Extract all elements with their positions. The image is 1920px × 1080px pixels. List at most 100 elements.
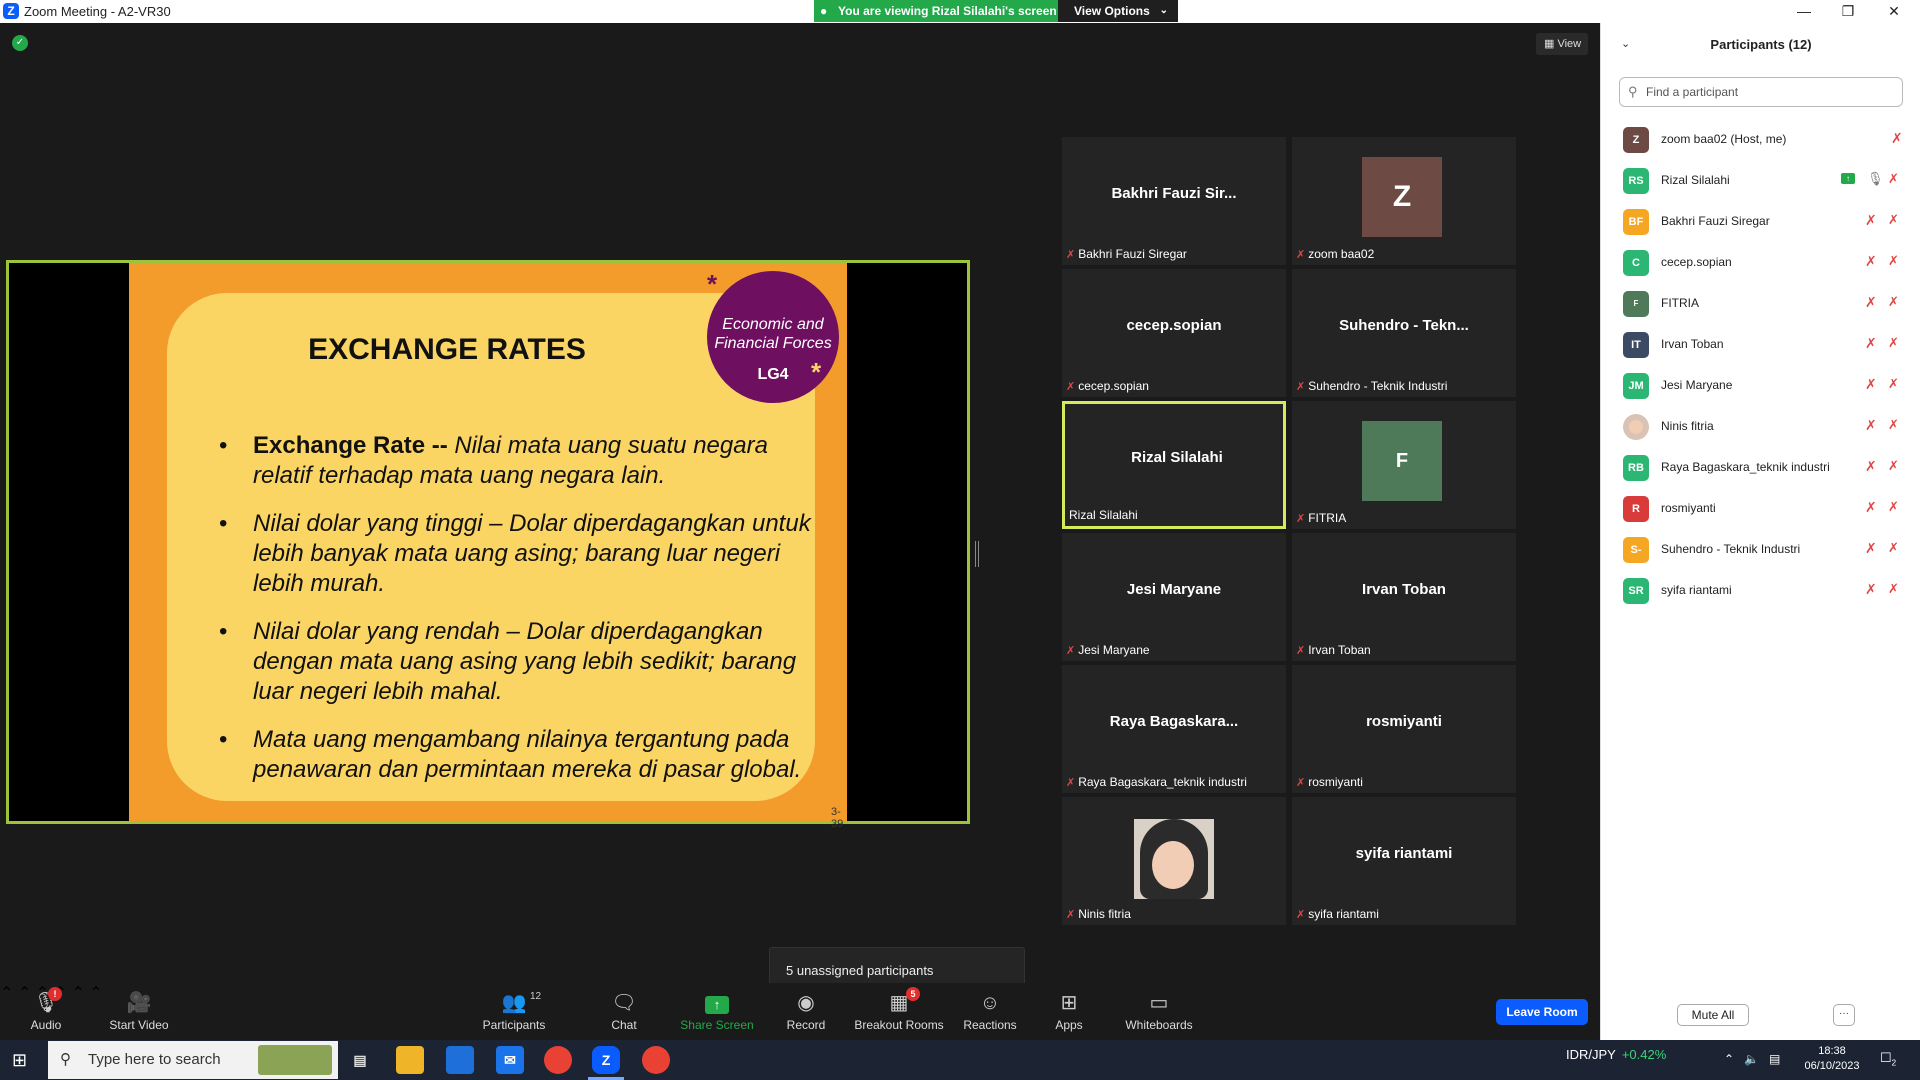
video-tile[interactable]: Bakhri Fauzi Sir... ✗ Bakhri Fauzi Sirega… — [1062, 137, 1286, 265]
split-resize-handle[interactable] — [975, 541, 979, 567]
video-off-icon[interactable]: ✗ — [1888, 581, 1899, 597]
view-button[interactable]: ▦ View — [1536, 33, 1588, 55]
video-off-icon[interactable]: ✗ — [1888, 499, 1899, 515]
video-off-icon[interactable]: ✗ — [1888, 253, 1899, 269]
apps-options-caret-icon[interactable]: ⌃ — [71, 985, 84, 1002]
chat-button[interactable]: 🗨 Chat — [606, 991, 642, 1032]
chrome-icon[interactable] — [544, 1046, 572, 1074]
video-tile[interactable]: Z ✗ zoom baa02 — [1292, 137, 1516, 265]
more-options-button[interactable]: ··· — [1833, 1004, 1855, 1026]
zoom-icon[interactable]: Z — [592, 1046, 620, 1074]
mic-muted-icon[interactable]: ✗ — [1891, 130, 1903, 147]
chrome-profile-icon[interactable] — [642, 1046, 670, 1074]
find-participant-input[interactable]: ⚲ Find a participant — [1619, 77, 1903, 107]
mic-muted-icon[interactable]: ✗ — [1865, 417, 1877, 434]
audio-label: Audio — [30, 1018, 62, 1032]
audio-button[interactable]: 🎙 ! Audio — [28, 987, 64, 1032]
whiteboards-button[interactable]: ▭ Whiteboards — [1124, 991, 1194, 1032]
mic-muted-icon[interactable]: ✗ — [1865, 540, 1877, 557]
shared-screen[interactable]: EXCHANGE RATES • Exchange Rate -- Nilai … — [6, 260, 970, 830]
microsoft-store-icon[interactable] — [446, 1046, 474, 1074]
mic-muted-icon[interactable]: ✗ — [1865, 458, 1877, 475]
mic-muted-icon[interactable]: ✗ — [1865, 253, 1877, 270]
notification-icon[interactable]: ☐2 — [1880, 1050, 1896, 1068]
mute-all-button[interactable]: Mute All — [1677, 1004, 1749, 1026]
windows-start-icon[interactable]: ⊞ — [12, 1050, 32, 1070]
minimize-icon[interactable]: — — [1784, 0, 1824, 22]
restore-icon[interactable]: ❐ — [1828, 0, 1868, 22]
taskbar-search-box[interactable]: ⚲ Type here to search — [48, 1041, 338, 1079]
video-tile[interactable]: Suhendro - Tekn... ✗ Suhendro - Teknik In… — [1292, 269, 1516, 397]
tile-label-text: Ninis fitria — [1078, 907, 1131, 921]
video-off-icon[interactable]: ✗ — [1888, 294, 1899, 310]
view-button-label: View — [1557, 38, 1582, 50]
video-tile[interactable]: Raya Bagaskara... ✗ Raya Bagaskara_teknik… — [1062, 665, 1286, 793]
participant-row[interactable]: Z zoom baa02 (Host, me) ✗ — [1601, 119, 1920, 160]
participant-row[interactable]: Ninis fitria ✗ ✗ — [1601, 406, 1920, 447]
start-video-button[interactable]: 🎥 Start Video — [104, 991, 174, 1032]
clock[interactable]: 18:38 06/10/2023 — [1802, 1044, 1862, 1074]
participant-row[interactable]: C cecep.sopian ✗ ✗ — [1601, 242, 1920, 283]
video-off-icon[interactable]: ✗ — [1888, 171, 1899, 187]
whiteboards-options-caret-icon[interactable]: ⌃ — [89, 985, 102, 1002]
participant-row[interactable]: S- Suhendro - Teknik Industri ✗ ✗ — [1601, 529, 1920, 570]
video-tile[interactable]: ✗ Ninis fitria — [1062, 797, 1286, 925]
video-tile[interactable]: F ✗ FITRIA — [1292, 401, 1516, 529]
participants-button[interactable]: 👥 12 Participants — [476, 991, 552, 1032]
video-tile[interactable]: Jesi Maryane ✗ Jesi Maryane — [1062, 533, 1286, 661]
tile-label: ✗ zoom baa02 — [1296, 247, 1374, 261]
video-off-icon[interactable]: ✗ — [1888, 335, 1899, 351]
mic-on-icon[interactable]: 🎙 — [1867, 171, 1884, 187]
participant-name: Raya Bagaskara_teknik industri — [1661, 460, 1830, 474]
participant-row[interactable]: JM Jesi Maryane ✗ ✗ — [1601, 365, 1920, 406]
mic-muted-icon[interactable]: ✗ — [1865, 212, 1877, 229]
whiteboards-label: Whiteboards — [1125, 1018, 1193, 1032]
video-tile[interactable]: cecep.sopian ✗ cecep.sopian — [1062, 269, 1286, 397]
video-tile[interactable]: syifa riantami ✗ syifa riantami — [1292, 797, 1516, 925]
video-off-icon[interactable]: ✗ — [1888, 376, 1899, 392]
volume-icon: 🔈 — [1744, 1052, 1760, 1066]
mic-muted-icon[interactable]: ✗ — [1865, 499, 1877, 516]
video-tile-active-speaker[interactable]: Rizal Silalahi Rizal Silalahi — [1062, 401, 1286, 529]
mic-muted-icon[interactable]: ✗ — [1865, 294, 1877, 311]
video-off-icon[interactable]: ✗ — [1888, 417, 1899, 433]
participant-name: rosmiyanti — [1661, 501, 1716, 515]
participant-row[interactable]: BF Bakhri Fauzi Siregar ✗ ✗ — [1601, 201, 1920, 242]
participant-row[interactable]: RS Rizal Silalahi ↑ 🎙 ✗ — [1601, 160, 1920, 201]
search-icon: ⚲ — [1628, 84, 1638, 99]
mic-muted-icon[interactable]: ✗ — [1865, 376, 1877, 393]
tile-label: ✗ Ninis fitria — [1066, 907, 1131, 921]
tile-label: ✗ Raya Bagaskara_teknik industri — [1066, 775, 1247, 789]
leave-room-button[interactable]: Leave Room — [1496, 999, 1588, 1025]
breakout-rooms-button[interactable]: ▦ 5 Breakout Rooms — [852, 987, 946, 1032]
mic-muted-icon[interactable]: ✗ — [1865, 581, 1877, 598]
search-highlight-image — [258, 1045, 332, 1075]
close-icon[interactable]: ✕ — [1874, 0, 1914, 22]
video-off-icon[interactable]: ✗ — [1888, 540, 1899, 556]
participant-row[interactable]: F FITRIA ✗ ✗ — [1601, 283, 1920, 324]
video-tile[interactable]: Irvan Toban ✗ Irvan Toban — [1292, 533, 1516, 661]
mail-icon[interactable]: ✉ — [496, 1046, 524, 1074]
participant-row[interactable]: IT Irvan Toban ✗ ✗ — [1601, 324, 1920, 365]
reactions-button[interactable]: ☺ Reactions — [962, 991, 1018, 1032]
file-explorer-icon[interactable] — [396, 1046, 424, 1074]
participant-row[interactable]: SR syifa riantami ✗ ✗ — [1601, 570, 1920, 611]
participant-row[interactable]: RB Raya Bagaskara_teknik industri ✗ ✗ — [1601, 447, 1920, 488]
participant-name: Irvan Toban — [1661, 337, 1724, 351]
audio-options-caret-icon[interactable]: ⌃ — [0, 985, 13, 1002]
currency-widget[interactable]: IDR/JPY +0.42% — [1566, 1047, 1666, 1062]
video-off-icon[interactable]: ✗ — [1888, 212, 1899, 228]
apps-button[interactable]: ⊞ Apps — [1054, 991, 1084, 1032]
whiteboard-icon: ▭ — [1149, 992, 1169, 1014]
view-options-button[interactable]: View Options ⌄ — [1058, 0, 1178, 22]
video-tile[interactable]: rosmiyanti ✗ rosmiyanti — [1292, 665, 1516, 793]
participant-row[interactable]: R rosmiyanti ✗ ✗ — [1601, 488, 1920, 529]
share-screen-button[interactable]: ↑ Share Screen — [680, 991, 754, 1032]
record-button[interactable]: ◉ Record — [782, 991, 830, 1032]
video-off-icon[interactable]: ✗ — [1888, 458, 1899, 474]
mic-muted-icon[interactable]: ✗ — [1865, 335, 1877, 352]
participant-name: Jesi Maryane — [1661, 378, 1733, 392]
task-view-icon[interactable]: ▤ — [346, 1046, 374, 1074]
system-tray[interactable]: ⌃ 🔈 ▤ — [1724, 1052, 1780, 1066]
encryption-shield-icon[interactable]: ✓ — [12, 35, 28, 51]
